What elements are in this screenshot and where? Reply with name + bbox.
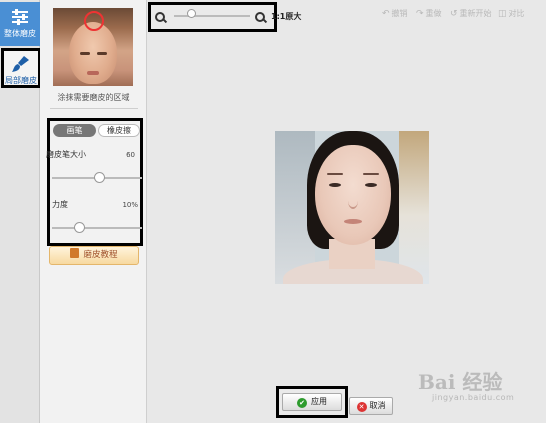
global-smoothing-label: 整体磨皮 [4,29,36,38]
zoom-track[interactable] [174,15,250,17]
brush-icon [12,56,29,72]
compare-label: 对比 [508,9,525,18]
undo-icon: ↶ [382,9,390,19]
cancel-button[interactable]: ✕ 取消 [349,397,393,415]
local-smoothing-button[interactable]: 局部磨皮 [1,48,41,88]
redo-icon: ↷ [416,9,424,19]
strength-label: 力度 [52,200,68,209]
zoom-actual-size-button[interactable]: 1:1原大 [271,11,301,22]
watermark-logo-text: Bai 经验 [418,370,503,394]
strength-slider-handle[interactable] [73,222,85,233]
apply-highlight: ✔ 应用 [276,386,348,418]
edit-toolbar: ↶ 撤销 ↷ 重做 ↺ 重新开始 ◫ 对比 [382,8,532,22]
tutorial-label: 磨皮教程 [83,250,118,260]
zoom-out-icon[interactable] [155,12,165,22]
divider [50,108,138,109]
apply-label: 应用 [311,397,327,406]
target-circle-icon [84,11,104,31]
watermark-url: jingyan.baidu.com [432,393,515,402]
local-smoothing-label: 局部磨皮 [5,76,37,85]
tool-rail: 整体磨皮 局部磨皮 [0,0,41,423]
apply-button[interactable]: ✔ 应用 [282,393,342,411]
strength-track[interactable] [52,227,142,229]
tutorial-button[interactable]: 磨皮教程 [49,246,139,265]
brush-size-slider-handle[interactable] [93,172,105,183]
brush-settings: 画笔 橡皮擦 磨皮笔大小 60 力度 10% [46,118,143,246]
compare-button[interactable]: ◫ 对比 [498,8,525,19]
undo-button[interactable]: ↶ 撤销 [382,8,408,19]
close-icon: ✕ [356,402,367,412]
brush-size-value: 60 [126,151,135,159]
brush-size-label: 磨皮笔大小 [46,150,86,159]
restart-icon: ↺ [450,9,458,19]
tool-panel: 涂抹需要磨皮的区域 画笔 橡皮擦 磨皮笔大小 60 力度 10% 磨皮教程 [40,0,147,423]
tab-brush[interactable]: 画笔 [53,124,96,137]
redo-button[interactable]: ↷ 重做 [416,8,442,19]
zoom-slider-handle[interactable] [187,9,196,18]
restart-label: 重新开始 [459,9,492,18]
undo-label: 撤销 [391,9,408,18]
cancel-label: 取消 [369,401,386,410]
book-icon [70,248,80,258]
zoom-in-icon[interactable] [255,12,265,22]
global-smoothing-button[interactable]: 整体磨皮 [0,2,40,46]
photo-canvas[interactable] [275,131,429,284]
example-thumbnail [53,8,133,86]
restart-button[interactable]: ↺ 重新开始 [450,8,492,19]
strength-value: 10% [122,201,138,209]
panel-hint: 涂抹需要磨皮的区域 [57,93,130,102]
redo-label: 重做 [425,9,442,18]
baidu-jingyan-watermark: Bai 经验 jingyan.baidu.com [418,366,540,408]
tab-eraser[interactable]: 橡皮擦 [98,124,140,137]
check-icon: ✔ [297,398,307,408]
zoom-bar: 1:1原大 [148,2,301,32]
sliders-icon [12,9,28,25]
compare-icon: ◫ [498,9,507,19]
